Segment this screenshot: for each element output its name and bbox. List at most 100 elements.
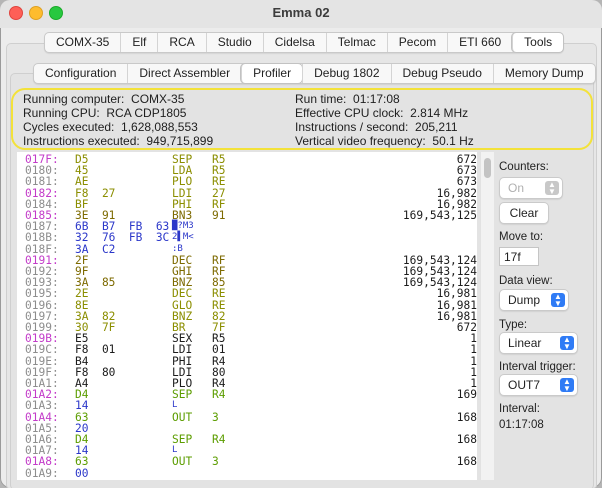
listing-operand: R4 bbox=[212, 388, 226, 402]
subtab-direct-assembler[interactable]: Direct Assembler bbox=[127, 64, 241, 83]
listing-bytes: AE bbox=[75, 175, 89, 189]
counters-select[interactable]: On ▲ ▼ bbox=[499, 177, 563, 199]
listing-operand: 01 bbox=[212, 343, 226, 357]
listing-bytes: B4 bbox=[75, 354, 89, 368]
type-label: Type: bbox=[499, 319, 528, 331]
listing-address: 01A3: bbox=[25, 399, 59, 413]
interval-label: Interval: bbox=[499, 403, 540, 415]
listing-address: 019C: bbox=[25, 343, 59, 357]
listing-address: 0182: bbox=[25, 186, 59, 200]
listing-mnemonic: OUT bbox=[172, 410, 193, 424]
subtab-configuration[interactable]: Configuration bbox=[34, 64, 127, 83]
listing-bytes: 14 bbox=[75, 399, 89, 413]
listing-count: 672 bbox=[456, 321, 477, 334]
tab-studio[interactable]: Studio bbox=[205, 33, 263, 52]
subtab-memory-dump[interactable]: Memory Dump bbox=[492, 64, 595, 83]
listing-count: 1 bbox=[470, 377, 477, 390]
run-time-text: Run time: 01:17:08 bbox=[295, 92, 400, 106]
listing-mnemonic: BN3 bbox=[172, 209, 193, 222]
data-view-select[interactable]: Dump ▲ ▼ bbox=[499, 289, 569, 311]
cycles-executed-text: Cycles executed: 1,628,088,553 bbox=[23, 120, 198, 134]
tab-pecom[interactable]: Pecom bbox=[386, 33, 447, 52]
listing-row: 01A9: 00 bbox=[17, 466, 477, 480]
profiler-summary-highlight: Running computer: COMX-35 Running CPU: R… bbox=[11, 88, 593, 150]
data-view-label: Data view: bbox=[499, 275, 553, 287]
counters-label: Counters: bbox=[499, 161, 549, 173]
listing-count: 1 bbox=[470, 343, 477, 357]
tab-eti-660[interactable]: ETI 660 bbox=[447, 33, 512, 52]
subtab-debug-pseudo[interactable]: Debug Pseudo bbox=[390, 64, 493, 83]
listing-operand: RE bbox=[212, 287, 226, 301]
listing-bytes: F8 01 bbox=[75, 343, 116, 357]
running-cpu-text: Running CPU: RCA CDP1805 bbox=[23, 106, 187, 120]
interval-trigger-label: Interval trigger: bbox=[499, 361, 576, 373]
listing-row: 0181: AE PLO RE 673 bbox=[17, 176, 477, 187]
listing-mnemonic: DEC bbox=[172, 287, 193, 301]
listing-operand: 91 bbox=[212, 209, 226, 222]
tab-rca[interactable]: RCA bbox=[157, 33, 205, 52]
interval-value: 01:17:08 bbox=[499, 419, 544, 431]
listing-row: 0196: 8E GLO RE 16,981 bbox=[17, 298, 477, 312]
type-value: Linear bbox=[508, 336, 542, 350]
move-to-label: Move to: bbox=[499, 231, 544, 243]
emma02-window: Emma 02 COMX-35 Elf RCA Studio Cidelsa Telmac… bbox=[0, 0, 602, 488]
vertical-video-frequency-text: Vertical video frequency: 50.1 Hz bbox=[295, 134, 474, 148]
listing-address: 0196: bbox=[25, 298, 59, 312]
listing-mnemonic: OUT bbox=[172, 455, 193, 469]
interval-trigger-value: OUT7 bbox=[508, 378, 541, 392]
listing-count: 16,981 bbox=[436, 309, 477, 323]
listing-operand: RE bbox=[212, 175, 226, 189]
listing-bytes: 63 bbox=[75, 455, 89, 469]
listing-row: 018F: 3A C2:B bbox=[17, 242, 477, 256]
running-computer-text: Running computer: COMX-35 bbox=[23, 92, 185, 106]
listing-mnemonic: GLO bbox=[172, 298, 193, 312]
counters-value: On bbox=[508, 181, 525, 195]
listing-address: 01A4: bbox=[25, 410, 59, 424]
interval-trigger-select[interactable]: OUT7 ▲ ▼ bbox=[499, 374, 578, 396]
listing-operand: R4 bbox=[212, 354, 226, 368]
listing-data-glyph: L bbox=[172, 400, 178, 411]
listing-count: 672 bbox=[456, 153, 477, 166]
move-to-input[interactable]: 17f bbox=[499, 247, 539, 266]
listing-mnemonic: PLO bbox=[172, 175, 193, 189]
subtab-profiler[interactable]: Profiler bbox=[241, 64, 303, 83]
listing-scrollbar[interactable] bbox=[480, 152, 494, 480]
listing-data-glyph: 2▌M< bbox=[172, 232, 194, 243]
listing-mnemonic: SEP bbox=[172, 433, 193, 446]
tab-telmac[interactable]: Telmac bbox=[325, 33, 387, 52]
listing-mnemonic: PHI bbox=[172, 354, 193, 368]
subtab-debug-1802[interactable]: Debug 1802 bbox=[302, 64, 390, 83]
listing-count: 1 bbox=[470, 354, 477, 368]
profiler-listing[interactable]: 017F: D5 SEP R5 672 0180: 45 LDA R5 673 0181: AE PLO… bbox=[17, 152, 477, 480]
tab-tools[interactable]: Tools bbox=[512, 33, 564, 52]
listing-count: 673 bbox=[456, 164, 477, 178]
listing-row: 0195: 2E DEC RE 16,981 bbox=[17, 288, 477, 299]
listing-count: 16,982 bbox=[436, 186, 477, 200]
tab-cidelsa[interactable]: Cidelsa bbox=[262, 33, 326, 52]
listing-operand: 3 bbox=[212, 410, 219, 424]
listing-scroll-thumb[interactable] bbox=[484, 158, 491, 178]
listing-mnemonic: LDI bbox=[172, 186, 193, 200]
listing-count: 16,981 bbox=[436, 298, 477, 312]
chevron-up-down-icon: ▲ ▼ bbox=[551, 293, 565, 308]
chevron-up-down-icon: ▲ ▼ bbox=[560, 336, 574, 351]
tab-elf[interactable]: Elf bbox=[120, 33, 157, 52]
listing-address: 01A8: bbox=[25, 455, 59, 469]
instructions-executed-text: Instructions executed: 949,715,899 bbox=[23, 134, 214, 148]
listing-count: 168 bbox=[456, 433, 477, 446]
listing-mnemonic: SEP bbox=[172, 388, 193, 402]
listing-bytes: 32 76 FB 3C bbox=[75, 231, 170, 245]
window-title: Emma 02 bbox=[272, 5, 330, 20]
listing-count: 169,543,125 bbox=[402, 209, 477, 222]
clear-button[interactable]: Clear bbox=[499, 202, 549, 224]
type-select[interactable]: Linear ▲ ▼ bbox=[499, 332, 578, 354]
listing-address: 018F: bbox=[25, 242, 59, 256]
listing-row: 019E: B4 PHI R4 1 bbox=[17, 354, 477, 368]
listing-address: 018B: bbox=[25, 231, 59, 245]
instructions-per-second-text: Instructions / second: 205,211 bbox=[295, 120, 458, 134]
tab-comx-35[interactable]: COMX-35 bbox=[45, 33, 120, 52]
listing-data-glyph: :B bbox=[172, 243, 183, 254]
listing-address: 01A9: bbox=[25, 466, 59, 480]
listing-bytes: 8E bbox=[75, 298, 89, 312]
listing-address: 0195: bbox=[25, 287, 59, 301]
